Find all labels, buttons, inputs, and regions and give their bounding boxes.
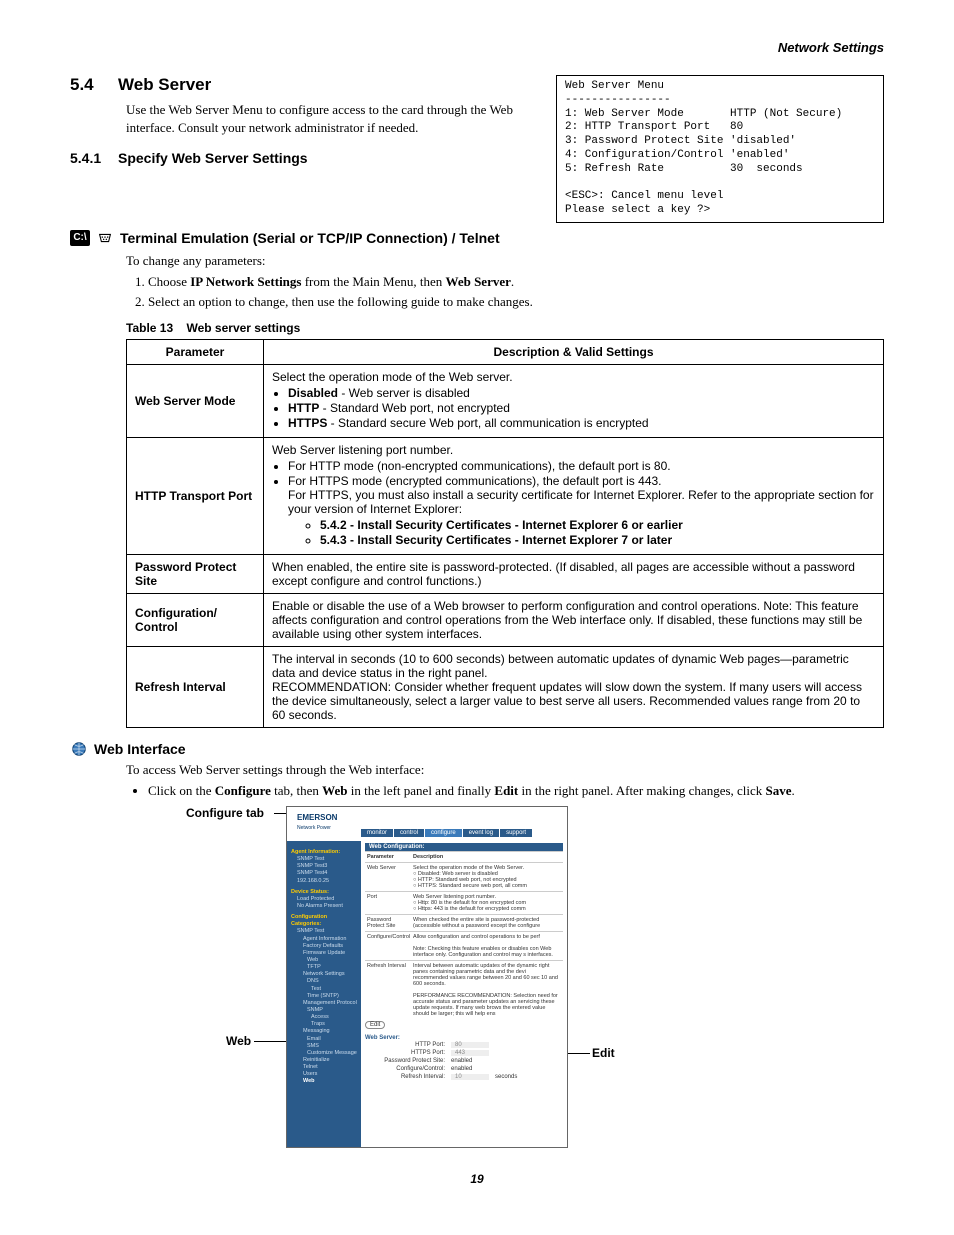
table-row: Configuration/ Control Enable or disable…: [127, 593, 884, 646]
page-number: 19: [70, 1172, 884, 1186]
section-intro: Use the Web Server Menu to configure acc…: [126, 101, 536, 136]
ss-side-messaging[interactable]: Messaging: [291, 1028, 357, 1035]
web-interface-title: Web Interface: [94, 741, 186, 757]
ss-side-network[interactable]: Network Settings: [291, 971, 357, 978]
ss-side-mgmt[interactable]: Management Protocol: [291, 1000, 357, 1007]
ss-tab-configure[interactable]: configure: [425, 829, 462, 837]
ss-cc[interactable]: enabled: [451, 1066, 472, 1072]
ss-side-telnet[interactable]: Telnet: [291, 1064, 357, 1071]
param-refresh-interval: Refresh Interval: [127, 646, 264, 727]
ss-side-traps[interactable]: Traps: [291, 1021, 357, 1028]
table-caption: Table 13 Web server settings: [126, 321, 884, 335]
table-row: Refresh Interval The interval in seconds…: [127, 646, 884, 727]
ss-side-test[interactable]: Test: [291, 986, 357, 993]
ss-sidebar: Agent Information: SNMP Test SNMP Test3 …: [287, 841, 361, 1147]
ss-side-agent-info[interactable]: Agent Information: [291, 936, 357, 943]
ss-tab-monitor[interactable]: monitor: [361, 829, 393, 837]
ss-side-tftp[interactable]: TFTP: [291, 964, 357, 971]
web-steps: Click on the Configure tab, then Web in …: [148, 782, 884, 800]
section-number: 5.4: [70, 75, 118, 95]
ss-side-reinit[interactable]: Reinitialize: [291, 1057, 357, 1064]
change-intro: To change any parameters:: [126, 253, 884, 269]
ss-pps[interactable]: enabled: [451, 1058, 472, 1064]
ss-main-title: Web Configuration:: [365, 843, 563, 851]
terminal-heading: Terminal Emulation (Serial or TCP/IP Con…: [120, 230, 500, 246]
settings-table: Parameter Description & Valid Settings W…: [126, 339, 884, 728]
table-row: Password Protect Site When enabled, the …: [127, 554, 884, 593]
ss-refresh-interval[interactable]: 10: [451, 1074, 489, 1080]
ss-tab-support[interactable]: support: [500, 829, 532, 837]
ss-side-email[interactable]: Email: [291, 1036, 357, 1043]
ss-side-access[interactable]: Access: [291, 1014, 357, 1021]
ss-form: Web Server: HTTP Port:80 HTTPS Port:443 …: [365, 1035, 563, 1081]
param-password-protect: Password Protect Site: [127, 554, 264, 593]
subsection-heading: 5.4.1Specify Web Server Settings: [70, 150, 536, 166]
param-web-server-mode: Web Server Mode: [127, 364, 264, 437]
section-title: Web Server: [118, 75, 211, 94]
callout-configure-tab: Configure tab: [186, 806, 264, 820]
table-row: HTTP Transport Port Web Server listening…: [127, 437, 884, 554]
serial-connector-icon: [96, 229, 114, 247]
globe-icon: [70, 740, 88, 758]
web-interface-intro: To access Web Server settings through th…: [126, 762, 884, 778]
ss-edit-button[interactable]: Edit: [365, 1021, 385, 1029]
cmd-prompt-icon: C:\: [70, 230, 90, 246]
desc-config-control: Enable or disable the use of a Web brows…: [264, 593, 884, 646]
th-parameter: Parameter: [127, 339, 264, 364]
ss-side-factory[interactable]: Factory Defaults: [291, 943, 357, 950]
ss-side-sms[interactable]: SMS: [291, 1043, 357, 1050]
ss-side-web2[interactable]: Web: [291, 1078, 357, 1085]
ss-side-dns[interactable]: DNS: [291, 978, 357, 985]
ss-tab-eventlog[interactable]: event log: [463, 829, 499, 837]
ss-side-users[interactable]: Users: [291, 1071, 357, 1078]
desc-web-server-mode: Select the operation mode of the Web ser…: [264, 364, 884, 437]
ss-side-web1[interactable]: Web: [291, 957, 357, 964]
th-description: Description & Valid Settings: [264, 339, 884, 364]
table-header-row: Parameter Description & Valid Settings: [127, 339, 884, 364]
step-1: Choose IP Network Settings from the Main…: [148, 273, 884, 291]
ss-https-port[interactable]: 443: [451, 1050, 489, 1056]
ss-side-customize[interactable]: Customize Message: [291, 1050, 357, 1057]
section-heading: 5.4Web Server: [70, 75, 536, 95]
subsection-number: 5.4.1: [70, 150, 118, 166]
ss-side-time[interactable]: Time (SNTP): [291, 993, 357, 1000]
web-config-screenshot: EMERSONNetwork Power monitor control con…: [286, 806, 568, 1148]
web-step: Click on the Configure tab, then Web in …: [148, 782, 884, 800]
ss-tab-control[interactable]: control: [394, 829, 424, 837]
desc-password-protect: When enabled, the entire site is passwor…: [264, 554, 884, 593]
web-server-menu-box: Web Server Menu ---------------- 1: Web …: [556, 75, 884, 223]
table-row: Web Server Mode Select the operation mod…: [127, 364, 884, 437]
param-config-control: Configuration/ Control: [127, 593, 264, 646]
desc-http-port: Web Server listening port number. For HT…: [264, 437, 884, 554]
step-2: Select an option to change, then use the…: [148, 293, 884, 311]
ss-side-snmp2[interactable]: SNMP: [291, 1007, 357, 1014]
callout-edit: Edit: [592, 1046, 615, 1060]
subsection-title: Specify Web Server Settings: [118, 150, 308, 166]
ss-logo: EMERSONNetwork Power: [297, 813, 337, 831]
callout-web: Web: [226, 1034, 251, 1048]
chapter-header: Network Settings: [70, 40, 884, 55]
steps-list: Choose IP Network Settings from the Main…: [148, 273, 884, 311]
ss-side-firmware[interactable]: Firmware Update: [291, 950, 357, 957]
desc-refresh-interval: The interval in seconds (10 to 600 secon…: [264, 646, 884, 727]
param-http-port: HTTP Transport Port: [127, 437, 264, 554]
ss-main: Web Configuration: ParameterDescription …: [361, 841, 567, 1147]
ss-side-snmp-test[interactable]: SNMP Test: [291, 928, 357, 935]
ss-http-port[interactable]: 80: [451, 1042, 489, 1048]
ss-tabs: monitor control configure event log supp…: [361, 829, 532, 837]
